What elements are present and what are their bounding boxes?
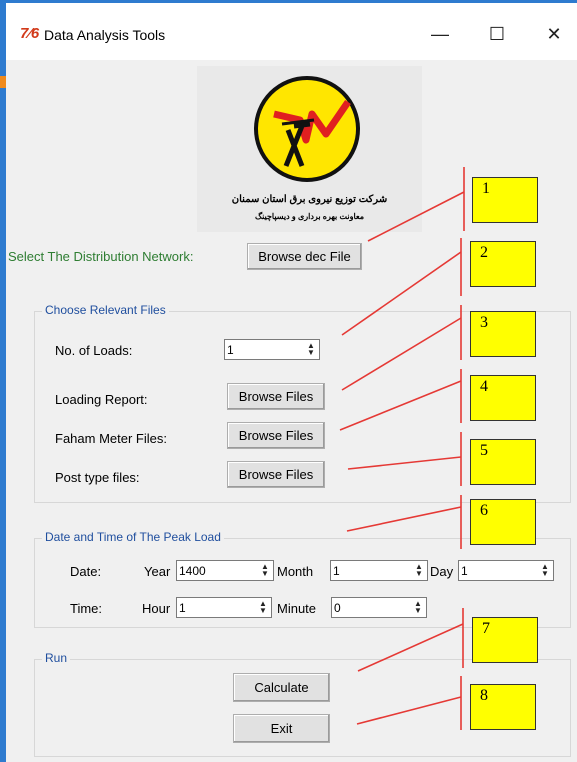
loads-spinbox[interactable]: ▲▼ — [224, 339, 320, 360]
screenshot-frame: 7⁄6 Data Analysis Tools — ☐ ✕ شرکت توزیع… — [0, 0, 577, 762]
hour-spinbox[interactable]: ▲▼ — [176, 597, 272, 618]
loading-report-label: Loading Report: — [55, 392, 148, 407]
peak-load-title: Date and Time of The Peak Load — [42, 530, 224, 544]
loads-label: No. of Loads: — [55, 343, 133, 358]
month-input[interactable] — [333, 562, 409, 579]
minute-label: Minute — [277, 601, 317, 616]
month-label: Month — [277, 564, 314, 579]
power-logo-icon — [254, 76, 360, 182]
title-bar[interactable]: 7⁄6 Data Analysis Tools — ☐ ✕ — [6, 3, 577, 60]
run-title: Run — [42, 651, 71, 665]
faham-meter-label: Faham Meter Files: — [55, 431, 167, 446]
annotation-box-4: 4 — [470, 375, 536, 421]
annotation-box-6: 6 — [470, 499, 536, 545]
year-input[interactable] — [179, 562, 255, 579]
spin-arrows-icon[interactable]: ▲ ▼ — [257, 600, 269, 615]
annotation-box-7: 7 — [472, 617, 538, 663]
minute-spinbox[interactable]: ▲▼ — [331, 597, 427, 618]
browse-dec-file-button[interactable]: Browse dec File — [247, 243, 362, 270]
annotation-box-8: 8 — [470, 684, 536, 730]
spin-arrows-icon[interactable]: ▲ ▼ — [412, 600, 424, 615]
logo-text-line2: معاونت بهره برداری و دیسپاچینگ — [254, 212, 365, 221]
spin-arrows-icon[interactable]: ▲ ▼ — [539, 563, 551, 578]
minute-input[interactable] — [334, 599, 408, 616]
faham-meter-browse-button[interactable]: Browse Files — [227, 422, 325, 449]
spin-arrows-icon[interactable]: ▲ ▼ — [259, 563, 271, 578]
hour-input[interactable] — [179, 599, 253, 616]
minimize-button[interactable]: — — [422, 19, 458, 49]
year-spinbox[interactable]: ▲▼ — [176, 560, 274, 581]
date-label: Date: — [70, 564, 102, 579]
exit-button[interactable]: Exit — [233, 714, 330, 743]
annotation-box-5: 5 — [470, 439, 536, 485]
day-spinbox[interactable]: ▲▼ — [458, 560, 554, 581]
loading-report-browse-button[interactable]: Browse Files — [227, 383, 325, 410]
loads-input[interactable] — [227, 341, 301, 358]
calculate-button[interactable]: Calculate — [233, 673, 330, 702]
spin-arrows-icon[interactable]: ▲ ▼ — [413, 563, 425, 578]
spin-arrows-icon[interactable]: ▲ ▼ — [305, 342, 317, 357]
post-type-label: Post type files: — [55, 470, 140, 485]
annotation-box-3: 3 — [470, 311, 536, 357]
close-button[interactable]: ✕ — [536, 19, 572, 49]
maximize-button[interactable]: ☐ — [479, 19, 515, 49]
network-label: Select The Distribution Network: — [8, 249, 194, 264]
logo-text-line1: شرکت توزیع نیروی برق استان سمنان — [231, 194, 388, 205]
time-label: Time: — [70, 601, 103, 616]
relevant-files-title: Choose Relevant Files — [42, 303, 169, 317]
company-logo: شرکت توزیع نیروی برق استان سمنان معاونت … — [197, 66, 422, 232]
day-label: Day — [430, 564, 454, 579]
annotation-box-2: 2 — [470, 241, 536, 287]
tk-app-icon: 7⁄6 — [20, 25, 40, 42]
hour-label: Hour — [142, 601, 171, 616]
post-type-browse-button[interactable]: Browse Files — [227, 461, 325, 488]
year-label: Year — [144, 564, 171, 579]
month-spinbox[interactable]: ▲▼ — [330, 560, 428, 581]
day-input[interactable] — [461, 562, 535, 579]
annotation-box-1: 1 — [472, 177, 538, 223]
window-title: Data Analysis Tools — [44, 27, 166, 43]
